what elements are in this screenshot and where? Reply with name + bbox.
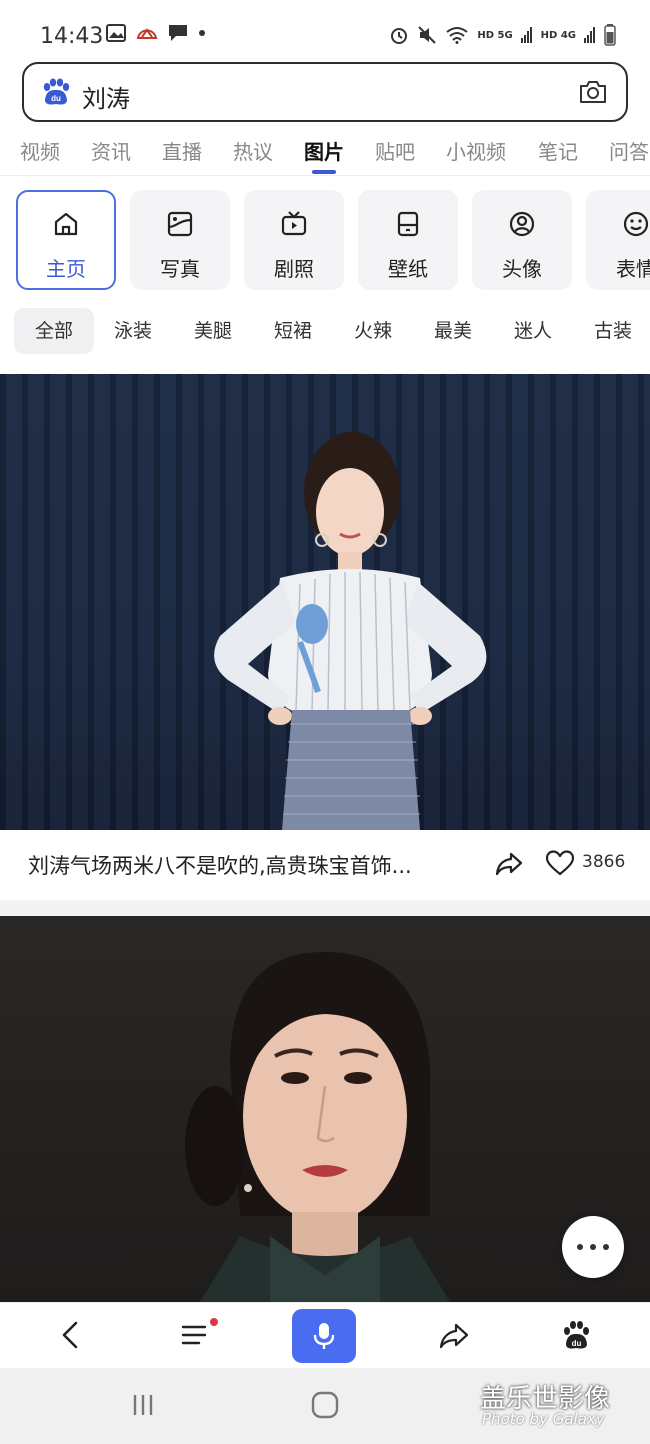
smiley-icon <box>623 211 649 237</box>
baidu-paw-icon[interactable]: du <box>560 1319 592 1351</box>
tab-video[interactable]: 视频 <box>20 136 60 165</box>
category-wallpaper[interactable]: 壁纸 <box>358 190 458 290</box>
category-home[interactable]: 主页 <box>16 190 116 290</box>
search-query-text[interactable]: 刘涛 <box>82 79 130 114</box>
filter-chip-row: 全部 泳装 美腿 短裙 火辣 最美 迷人 古装 <box>0 308 650 356</box>
search-box[interactable]: du 刘涛 <box>22 62 628 122</box>
status-bar: 14:43 HD 5G HD 4G <box>0 0 650 62</box>
avatar-icon <box>509 211 535 237</box>
chip-costume[interactable]: 古装 <box>594 308 632 354</box>
svg-text:du: du <box>572 1339 582 1348</box>
category-label: 壁纸 <box>388 257 428 281</box>
chip-most-beautiful[interactable]: 最美 <box>434 308 472 354</box>
chip-hot[interactable]: 火辣 <box>354 308 392 354</box>
back-arrow-icon[interactable] <box>56 1319 88 1351</box>
tab-qa[interactable]: 问答 <box>609 136 649 165</box>
search-type-tabs: 视频 资讯 直播 热议 图片 贴吧 小视频 笔记 问答 <box>0 124 650 176</box>
chip-charming[interactable]: 迷人 <box>514 308 552 354</box>
signal-4g-label: HD 4G <box>540 29 576 41</box>
share-icon[interactable] <box>494 848 524 878</box>
result-image-1[interactable] <box>0 374 650 830</box>
woman-in-striped-shirt-photo <box>214 432 487 830</box>
share-icon[interactable] <box>438 1319 470 1351</box>
result-caption[interactable]: 刘涛气场两米八不是吹的,高贵珠宝首饰... <box>28 850 412 880</box>
tab-discussion[interactable]: 热议 <box>233 136 273 165</box>
dot-icon <box>577 1244 583 1250</box>
tab-notes[interactable]: 笔记 <box>538 136 578 165</box>
active-tab-indicator <box>312 170 336 174</box>
category-avatar[interactable]: 头像 <box>472 190 572 290</box>
tab-tieba[interactable]: 贴吧 <box>375 136 415 165</box>
camera-search-icon[interactable] <box>578 78 608 106</box>
bottom-toolbar: du <box>0 1302 650 1368</box>
category-label: 写真 <box>160 257 200 281</box>
baidu-paw-logo-icon: du <box>43 78 70 105</box>
dot-icon <box>590 1244 596 1250</box>
signal-5g-label: HD 5G <box>477 29 513 41</box>
tab-news[interactable]: 资讯 <box>91 136 131 165</box>
dot-icon <box>603 1244 609 1250</box>
woman-portrait-photo <box>185 952 450 1302</box>
svg-text:du: du <box>51 94 61 103</box>
heart-like-icon[interactable] <box>546 850 574 876</box>
result-caption-row: 刘涛气场两米八不是吹的,高贵珠宝首饰... 3866 <box>0 830 650 900</box>
more-options-button[interactable] <box>562 1216 624 1278</box>
message-notification-icon <box>168 24 188 42</box>
signal-bars-icon <box>520 27 533 43</box>
recent-apps-icon[interactable] <box>130 1392 156 1418</box>
status-time: 14:43 <box>40 24 104 49</box>
signal-bars-icon <box>584 27 596 43</box>
category-label: 头像 <box>502 257 542 281</box>
phone-wallpaper-icon <box>397 211 419 237</box>
home-icon <box>54 212 78 236</box>
result-image-2[interactable] <box>0 916 650 1302</box>
photo-frame-icon <box>167 211 193 237</box>
image-category-row: 主页 写真 剧照 壁纸 头像 表情 <box>0 190 650 290</box>
tab-short-video[interactable]: 小视频 <box>446 136 506 165</box>
category-emoji[interactable]: 表情 <box>586 190 650 290</box>
chip-skirt[interactable]: 短裙 <box>274 308 312 354</box>
tab-images[interactable]: 图片 <box>304 136 344 165</box>
category-stills[interactable]: 剧照 <box>244 190 344 290</box>
chip-swimwear[interactable]: 泳装 <box>114 308 152 354</box>
more-notifications-dot-icon <box>198 29 206 37</box>
chip-legs[interactable]: 美腿 <box>194 308 232 354</box>
notification-dot <box>210 1318 218 1326</box>
app-notification-icon <box>136 24 158 42</box>
tab-live[interactable]: 直播 <box>162 136 202 165</box>
alarm-icon <box>389 25 409 45</box>
battery-icon <box>604 24 616 46</box>
chip-all[interactable]: 全部 <box>14 308 94 354</box>
voice-search-button[interactable] <box>292 1309 356 1363</box>
like-count: 3866 <box>582 852 626 872</box>
microphone-icon <box>313 1323 335 1349</box>
gallery-notification-icon <box>106 24 126 42</box>
wifi-icon <box>445 26 469 44</box>
mute-icon <box>417 25 437 45</box>
menu-icon[interactable] <box>180 1319 212 1351</box>
watermark-subtitle: Photo by Galaxy <box>482 1410 605 1428</box>
category-label: 主页 <box>46 257 86 281</box>
result-divider <box>0 900 650 916</box>
category-portrait[interactable]: 写真 <box>130 190 230 290</box>
home-button-icon[interactable] <box>310 1390 340 1420</box>
tv-play-icon <box>281 211 307 236</box>
category-label: 表情 <box>616 257 650 281</box>
category-label: 剧照 <box>274 257 314 281</box>
